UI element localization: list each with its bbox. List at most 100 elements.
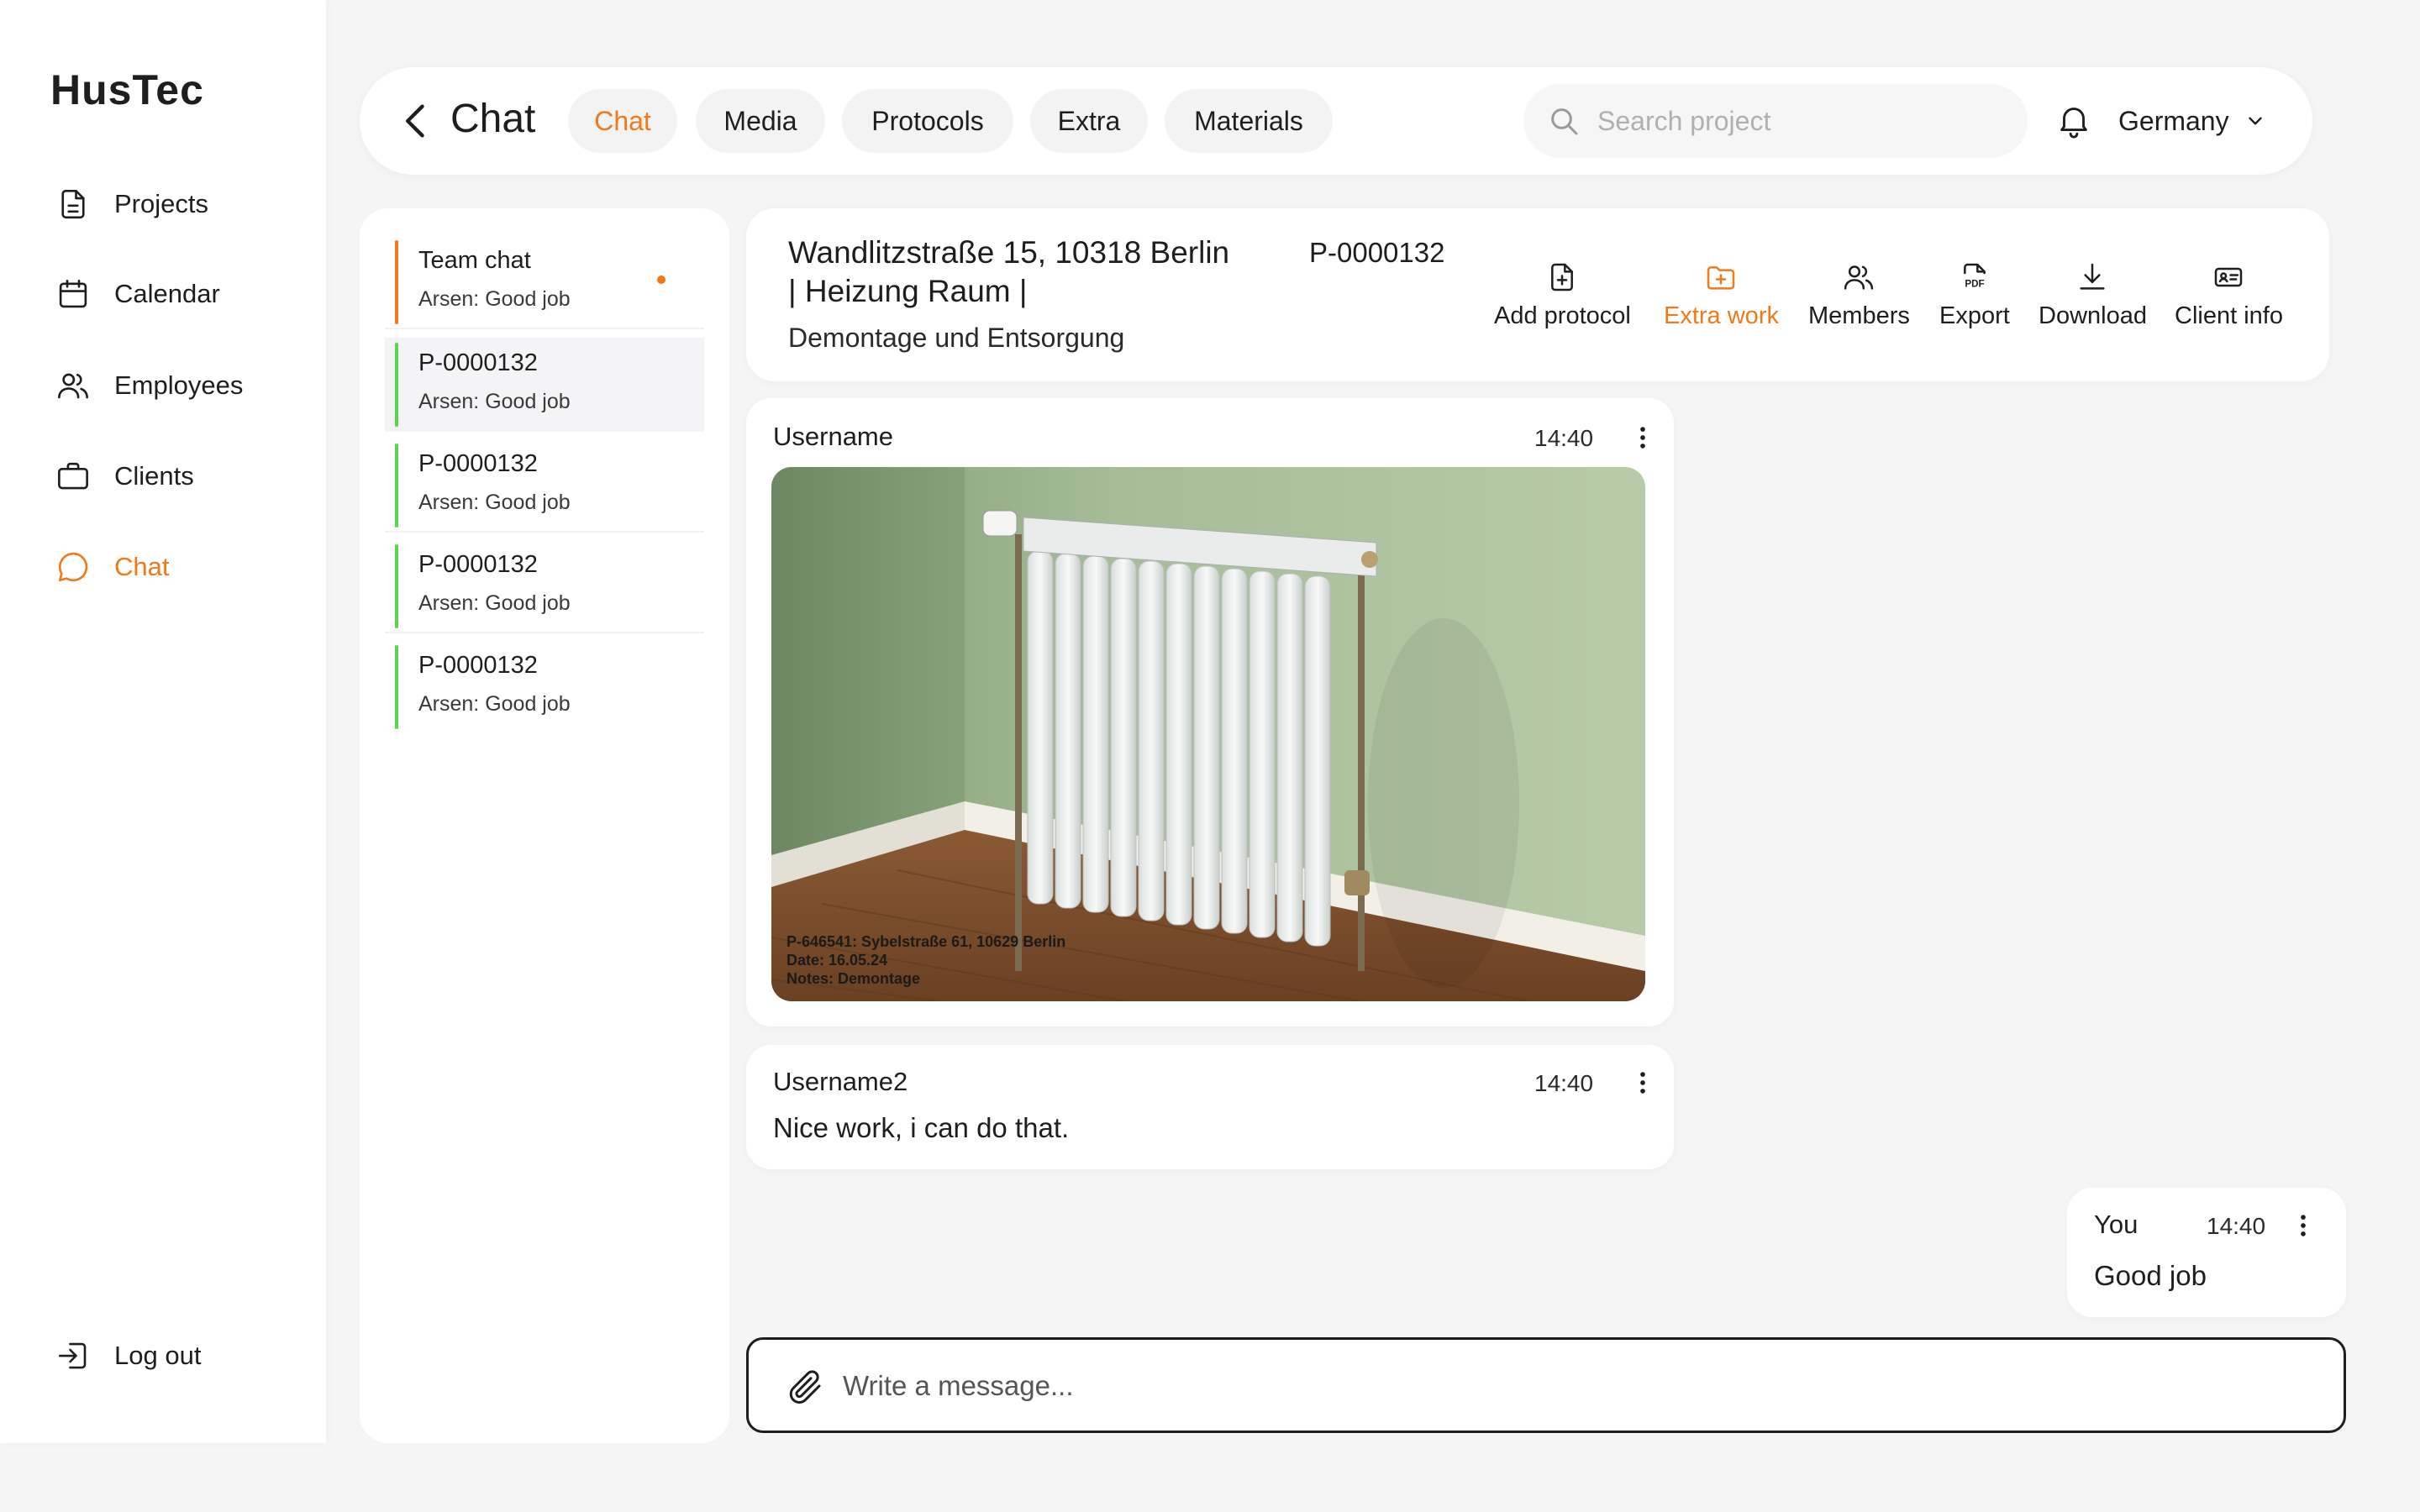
caption-line: P-646541: Sybelstraße 61, 10629 Berlin (786, 933, 1066, 950)
image-caption: P-646541: Sybelstraße 61, 10629 Berlin D… (786, 932, 1065, 988)
message-time: 14:40 (1534, 425, 1594, 451)
conversation-title: Team chat (418, 247, 531, 274)
project-id: P-0000132 (1309, 237, 1445, 268)
conversation-title: P-0000132 (418, 349, 538, 376)
search-box (1523, 84, 2028, 158)
action-label: Members (1808, 302, 1910, 329)
download-icon (2080, 263, 2106, 290)
unread-dot (657, 276, 666, 284)
sidebar-item-label: Calendar (114, 279, 220, 308)
sidebar-item-label: Employees (114, 370, 244, 400)
pdf-icon: PDF (1963, 263, 1986, 290)
conversation-status-bar (395, 343, 398, 427)
conversation-status-bar (395, 240, 398, 324)
conversation-preview: Arsen: Good job (418, 692, 571, 716)
conversation-item-team-chat[interactable]: Team chat Arsen: Good job (385, 235, 704, 329)
conversation-preview: Arsen: Good job (418, 390, 571, 413)
sidebar-item-label: Clients (114, 461, 194, 491)
action-label: Client info (2175, 302, 2283, 329)
tab-media[interactable]: Media (696, 89, 825, 153)
tab-chat[interactable]: Chat (568, 89, 677, 153)
message-username: Username (773, 422, 893, 451)
message-username: You (2094, 1210, 2139, 1239)
logout-label: Log out (114, 1341, 202, 1370)
conversation-title: P-0000132 (418, 551, 538, 578)
more-vertical-icon[interactable] (2289, 1211, 2317, 1240)
document-icon (61, 189, 85, 219)
message-bubble: Username 14:40 P-646541: Sybelstraße 61,… (746, 398, 1674, 1026)
caption-line: Notes: Demontage (786, 970, 921, 987)
sidebar-item-employees[interactable]: Employees (55, 360, 308, 411)
page-title: Chat (450, 97, 536, 141)
action-label: Download (2039, 302, 2147, 329)
country-label: Germany (2118, 105, 2229, 136)
sidebar-item-label: Chat (114, 552, 170, 581)
logout-icon (58, 1342, 87, 1369)
conversation-preview: Arsen: Good job (418, 591, 571, 615)
conversation-status-bar (395, 645, 398, 729)
action-label: Extra work (1664, 302, 1779, 329)
search-input[interactable] (1597, 96, 2009, 146)
sidebar-item-label: Projects (114, 189, 208, 218)
file-plus-icon (1551, 263, 1574, 291)
client-info-button[interactable]: Client info (2175, 260, 2283, 344)
project-subtitle: Demontage und Entsorgung (788, 323, 1125, 353)
bell-icon[interactable] (2054, 101, 2093, 139)
message-time: 14:40 (2207, 1213, 2266, 1239)
conversation-item[interactable]: P-0000132 Arsen: Good job (385, 338, 704, 432)
conversation-title: P-0000132 (418, 450, 538, 477)
message-text: Good job (2094, 1260, 2207, 1291)
conversation-item[interactable]: P-0000132 Arsen: Good job (385, 438, 704, 533)
briefcase-icon (58, 462, 88, 490)
message-text: Nice work, i can do that. (773, 1112, 1070, 1143)
project-title: Wandlitzstraße 15, 10318 Berlin | Heizun… (788, 234, 1259, 311)
logout-button[interactable]: Log out (55, 1331, 308, 1381)
conversation-preview: Arsen: Good job (418, 491, 571, 514)
more-vertical-icon[interactable] (1628, 1068, 1657, 1097)
sidebar: HusTec Projects Calendar Employees Clien… (0, 0, 326, 1443)
sidebar-item-chat[interactable]: Chat (55, 542, 308, 592)
export-button[interactable]: PDF Export (1939, 260, 2010, 344)
chevron-down-icon (2248, 117, 2262, 125)
folder-plus-icon (1707, 266, 1735, 290)
message-time: 14:40 (1534, 1070, 1594, 1096)
message-image[interactable]: P-646541: Sybelstraße 61, 10629 Berlin D… (771, 467, 1645, 1001)
project-room: | Heizung Raum | (788, 274, 1028, 308)
sidebar-item-projects[interactable]: Projects (55, 179, 308, 229)
message-composer (746, 1337, 2346, 1433)
more-vertical-icon[interactable] (1628, 423, 1657, 452)
add-protocol-button[interactable]: Add protocol (1494, 260, 1631, 344)
message-input[interactable] (843, 1360, 2305, 1412)
top-header: Chat Chat Media Protocols Extra Material… (360, 67, 2312, 175)
users-icon (1844, 265, 1874, 290)
users-icon (58, 373, 88, 399)
back-arrow-icon[interactable] (395, 99, 439, 143)
caption-line: Date: 16.05.24 (786, 952, 888, 969)
message-bubble: Username2 14:40 Nice work, i can do that… (746, 1045, 1674, 1169)
project-header: Wandlitzstraße 15, 10318 Berlin | Heizun… (746, 208, 2329, 381)
conversation-item[interactable]: P-0000132 Arsen: Good job (385, 539, 704, 633)
search-icon (1551, 108, 1578, 135)
sidebar-item-calendar[interactable]: Calendar (55, 269, 308, 319)
chat-bubble-icon (58, 552, 88, 582)
conversation-list: Team chat Arsen: Good job P-0000132 Arse… (360, 208, 729, 1443)
own-message-bubble: You 14:40 Good job (2067, 1188, 2346, 1317)
project-address: Wandlitzstraße 15, 10318 Berlin (788, 235, 1230, 270)
download-button[interactable]: Download (2039, 260, 2147, 344)
tab-extra[interactable]: Extra (1030, 89, 1148, 153)
message-username: Username2 (773, 1067, 908, 1096)
paperclip-icon[interactable] (786, 1367, 826, 1407)
action-label: Export (1939, 302, 2010, 329)
members-button[interactable]: Members (1808, 260, 1910, 344)
sidebar-item-clients[interactable]: Clients (55, 451, 308, 501)
extra-work-button[interactable]: Extra work (1664, 260, 1779, 344)
action-label: Add protocol (1494, 302, 1631, 329)
conversation-item[interactable]: P-0000132 Arsen: Good job (385, 640, 704, 734)
tab-materials[interactable]: Materials (1165, 89, 1333, 153)
id-card-icon (2215, 267, 2243, 287)
conversation-preview: Arsen: Good job (418, 287, 571, 311)
tab-protocols[interactable]: Protocols (842, 89, 1013, 153)
app-logo: HusTec (50, 66, 204, 113)
conversation-status-bar (395, 444, 398, 528)
country-selector[interactable]: Germany (2118, 99, 2266, 143)
